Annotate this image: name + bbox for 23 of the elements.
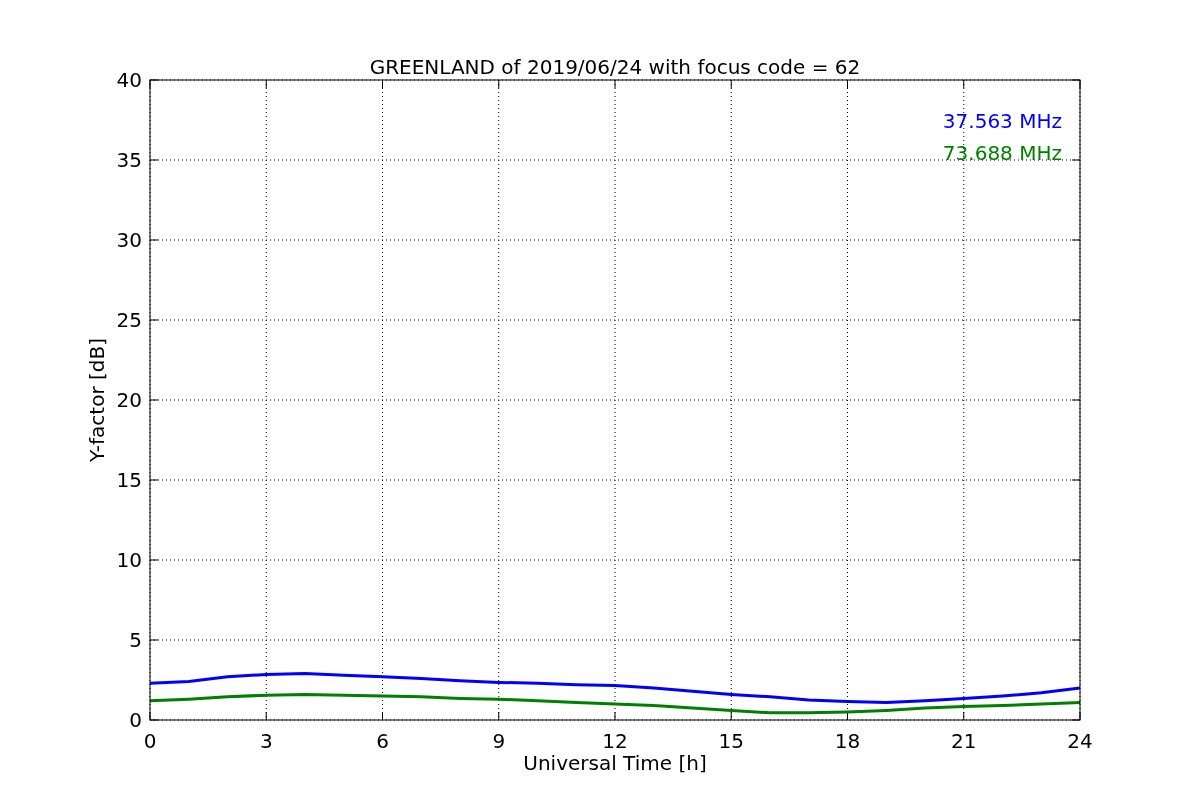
y-tick-label: 20 xyxy=(116,388,142,412)
x-tick-label: 3 xyxy=(259,729,273,753)
chart-title: GREENLAND of 2019/06/24 with focus code = 62 xyxy=(369,55,861,79)
legend-label: 73.688 MHz xyxy=(942,141,1062,165)
x-tick-label: 9 xyxy=(492,729,506,753)
y-tick-label: 0 xyxy=(129,708,142,732)
y-tick-label: 25 xyxy=(116,308,142,332)
x-tick-label: 18 xyxy=(834,729,861,753)
y-tick-label: 30 xyxy=(116,228,142,252)
x-tick-label: 21 xyxy=(951,729,977,753)
x-tick-label: 24 xyxy=(1067,729,1093,753)
y-axis-label: Y-factor [dB] xyxy=(85,338,109,462)
y-tick-label: 5 xyxy=(129,628,142,652)
y-tick-label: 15 xyxy=(116,468,142,492)
x-axis-label: Universal Time [h] xyxy=(523,751,707,775)
legend-label: 37.563 MHz xyxy=(942,109,1062,133)
x-tick-label: 15 xyxy=(718,729,744,753)
x-tick-label: 0 xyxy=(143,729,157,753)
x-tick-label: 12 xyxy=(602,729,628,753)
y-tick-label: 35 xyxy=(116,148,142,172)
y-tick-label: 10 xyxy=(116,548,142,572)
x-tick-label: 6 xyxy=(376,729,389,753)
y-tick-label: 40 xyxy=(116,68,142,92)
